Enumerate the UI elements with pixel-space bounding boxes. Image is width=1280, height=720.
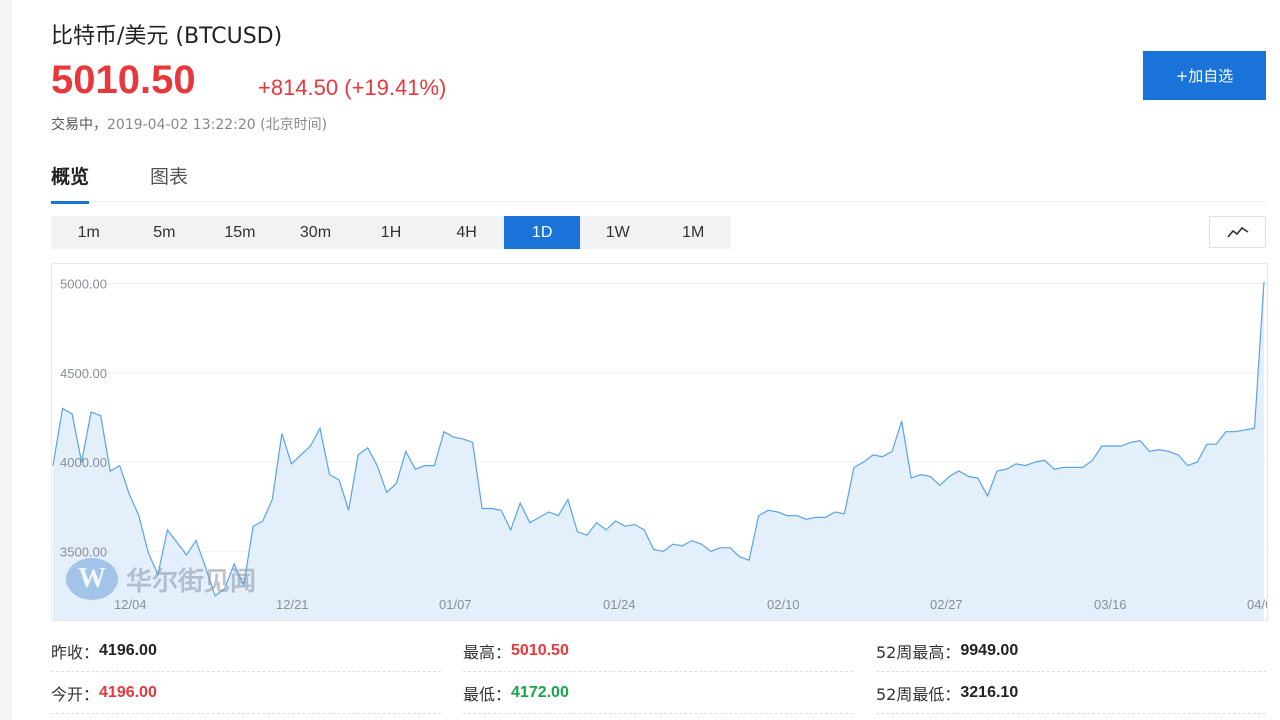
period-5m[interactable]: 5m (127, 216, 203, 249)
page-title: 比特币/美元 (BTCUSD) (51, 24, 283, 49)
stat-label: 昨收： (51, 642, 100, 662)
tab-bar: 概览 图表 (51, 160, 1266, 204)
period-1m[interactable]: 1m (51, 216, 127, 249)
watermark: W 华尔街见闻 (66, 558, 256, 600)
stat-value: 4196.00 (99, 683, 157, 701)
period-selector: 1m 5m 15m 30m 1H 4H 1D 1W 1M (51, 216, 731, 249)
period-15m[interactable]: 15m (202, 216, 278, 249)
stat-value: 5010.50 (511, 641, 569, 659)
y-tick-label: 4500.00 (60, 366, 107, 381)
watermark-logo: W (66, 558, 118, 600)
x-tick-label: 02/27 (930, 597, 963, 612)
stat-label: 52周最高： (876, 642, 961, 662)
price-change: +814.50 (+19.41%) (258, 75, 447, 100)
trading-status: 交易中，2019-04-02 13:22:20 (北京时间) (51, 114, 327, 134)
stat-value: 3216.10 (960, 683, 1019, 701)
tab-chart[interactable]: 图表 (150, 162, 188, 201)
stat-label: 最高： (463, 642, 512, 662)
period-4h[interactable]: 4H (429, 216, 505, 249)
period-1d[interactable]: 1D (504, 216, 580, 249)
y-tick-label: 5000.00 (60, 277, 107, 292)
stat-52w-low: 52周最低： 3216.10 (876, 672, 1266, 714)
line-chart-icon (1226, 226, 1248, 238)
timestamp: 2019-04-02 13:22:20 (北京时间) (107, 117, 328, 133)
period-1mo[interactable]: 1M (656, 216, 732, 249)
period-30m[interactable]: 30m (278, 216, 354, 249)
stat-label: 最低： (463, 684, 512, 704)
chart-type-button[interactable] (1209, 216, 1266, 248)
stat-value: 4172.00 (511, 683, 569, 701)
status-text: 交易中， (51, 117, 107, 133)
x-tick-label: 01/07 (439, 597, 472, 612)
stat-52w-high: 52周最高： 9949.00 (876, 630, 1266, 672)
stat-high: 最高： 5010.50 (463, 630, 853, 672)
add-to-watchlist-button[interactable]: +加自选 (1143, 51, 1266, 100)
stat-prev-close: 昨收： 4196.00 (51, 630, 441, 672)
left-margin-strip (0, 0, 12, 720)
stat-label: 今开： (51, 684, 100, 704)
stat-value: 9949.00 (960, 641, 1019, 659)
period-1w[interactable]: 1W (580, 216, 656, 249)
stat-low: 最低： 4172.00 (463, 672, 853, 714)
stat-label: 52周最低： (876, 684, 961, 704)
x-tick-label: 01/24 (603, 597, 636, 612)
x-tick-label: 02/10 (767, 597, 800, 612)
x-tick-label: 03/16 (1094, 597, 1127, 612)
x-tick-label: 12/21 (276, 597, 309, 612)
period-1h[interactable]: 1H (353, 216, 429, 249)
tab-overview[interactable]: 概览 (51, 162, 90, 204)
x-tick-label: 04/0 (1247, 597, 1267, 612)
stat-open: 今开： 4196.00 (51, 672, 441, 714)
stat-value: 4196.00 (99, 641, 157, 659)
y-tick-label: 4000.00 (60, 455, 107, 470)
watermark-text: 华尔街见闻 (126, 566, 257, 597)
current-price: 5010.50 (51, 58, 196, 102)
